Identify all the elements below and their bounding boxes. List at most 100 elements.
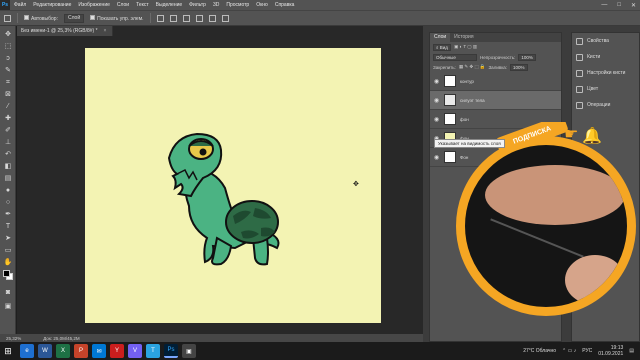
autoselect-dropdown[interactable]: Слой xyxy=(63,13,85,23)
hand-shape xyxy=(485,165,625,225)
actions-label: Операции xyxy=(587,102,611,108)
gradient-tool-icon[interactable]: ▤ xyxy=(3,174,13,183)
maximize-button[interactable]: □ xyxy=(617,2,621,8)
lock-icons[interactable]: ▦ ✎ ✥ ⬚ 🔒 xyxy=(459,64,486,70)
blur-tool-icon[interactable]: ● xyxy=(3,186,13,195)
fill-input[interactable]: 100% xyxy=(510,63,528,71)
layer-kind-filter[interactable]: ⌕ Вид xyxy=(433,43,451,51)
eye-icon[interactable]: ◉ xyxy=(433,116,440,123)
frame-tool-icon[interactable]: ⊠ xyxy=(3,90,13,99)
excel-app[interactable]: X xyxy=(56,344,70,358)
layers-panel-tabs: Слои История xyxy=(430,33,561,42)
marquee-tool-icon[interactable]: ⬚ xyxy=(3,42,13,51)
autoselect-checkbox[interactable]: Автовыбор: xyxy=(24,14,58,22)
mail-app[interactable]: ✉ xyxy=(92,344,106,358)
align-center-icon[interactable] xyxy=(169,14,177,22)
dodge-tool-icon[interactable]: ○ xyxy=(3,198,13,207)
align-right-icon[interactable] xyxy=(182,14,190,22)
close-tab-icon[interactable]: × xyxy=(104,28,107,34)
quick-mask-icon[interactable]: ◙ xyxy=(3,288,13,297)
menu-window[interactable]: Окно xyxy=(256,2,268,8)
layer-row[interactable]: ◉ контур xyxy=(430,72,561,91)
tab-layers[interactable]: Слои xyxy=(430,33,451,42)
eye-icon[interactable]: ◉ xyxy=(433,97,440,104)
menu-file[interactable]: Файл xyxy=(14,2,26,8)
eye-icon[interactable]: ◉ xyxy=(433,78,440,85)
start-button[interactable]: ⊞ xyxy=(0,342,16,360)
screen-recorder-app[interactable]: ▣ xyxy=(182,344,196,358)
photoshop-logo[interactable]: Ps xyxy=(0,0,10,10)
healing-brush-tool-icon[interactable]: ✚ xyxy=(3,114,13,123)
layer-row-selected[interactable]: ◉ силуэт тела xyxy=(430,91,561,110)
webcam-overlay: ПОДПИСКА ☛ 🔔 xyxy=(452,122,640,342)
word-app[interactable]: W xyxy=(38,344,52,358)
crop-tool-icon[interactable]: ⌗ xyxy=(3,78,13,87)
zoom-level[interactable]: 25,32% xyxy=(6,336,21,341)
telegram-app[interactable]: T xyxy=(146,344,160,358)
actions-panel-button[interactable]: Операции xyxy=(572,97,639,113)
fill-label: Заливка: xyxy=(488,64,508,70)
color-icon xyxy=(576,85,583,93)
quick-select-tool-icon[interactable]: ✎ xyxy=(3,66,13,75)
powerpoint-app[interactable]: P xyxy=(74,344,88,358)
shape-tool-icon[interactable]: ▭ xyxy=(3,246,13,255)
align-left-icon[interactable] xyxy=(156,14,164,22)
menu-filter[interactable]: Фильтр xyxy=(189,2,206,8)
blend-mode-select[interactable]: Обычные xyxy=(433,53,477,61)
color-panel-button[interactable]: Цвет xyxy=(572,81,639,97)
photoshop-app[interactable]: Ps xyxy=(164,344,178,358)
language-indicator[interactable]: РУС xyxy=(582,348,592,354)
filter-icons[interactable]: ▣ ◐ T ▢ ▥ xyxy=(454,44,477,50)
menu-image[interactable]: Изображение xyxy=(78,2,110,8)
document-tab[interactable]: Без имени-1 @ 25,3% (RGB/8#) * × xyxy=(17,26,113,36)
tray-icons[interactable]: ⌃ ▭ ♪ xyxy=(562,348,576,354)
properties-panel-button[interactable]: Свойства xyxy=(572,33,639,49)
menu-3d[interactable]: 3D xyxy=(213,2,219,8)
eye-icon[interactable]: ◉ xyxy=(433,154,440,161)
align-middle-icon[interactable] xyxy=(208,14,216,22)
document-title: Без имени-1 @ 25,3% (RGB/8#) * xyxy=(21,28,98,34)
weather-widget[interactable]: 27°C Облачно xyxy=(523,348,556,354)
pen-tool-icon[interactable]: ✒ xyxy=(3,210,13,219)
brush-settings-label: Настройки кисти xyxy=(587,70,626,76)
lasso-tool-icon[interactable]: ↄ xyxy=(3,54,13,63)
history-brush-tool-icon[interactable]: ↶ xyxy=(3,150,13,159)
brushes-panel-button[interactable]: Кисти xyxy=(572,49,639,65)
menu-text[interactable]: Текст xyxy=(136,2,149,8)
brush-settings-panel-button[interactable]: Настройки кисти xyxy=(572,65,639,81)
close-button[interactable]: ✕ xyxy=(631,2,636,9)
show-transform-checkbox[interactable]: Показать упр. элем. xyxy=(90,14,144,22)
minimize-button[interactable]: — xyxy=(601,2,607,8)
type-tool-icon[interactable]: T xyxy=(3,222,13,231)
clone-stamp-tool-icon[interactable]: ⊥ xyxy=(3,138,13,147)
clock[interactable]: 19:13 01.09.2021 xyxy=(598,345,623,357)
menu-edit[interactable]: Редактирование xyxy=(33,2,71,8)
canvas[interactable] xyxy=(85,48,381,323)
menu-help[interactable]: Справка xyxy=(275,2,295,8)
viber-app[interactable]: V xyxy=(128,344,142,358)
menu-select[interactable]: Выделение xyxy=(156,2,183,8)
foreground-color-swatch[interactable] xyxy=(3,270,10,277)
menu-layers[interactable]: Слои xyxy=(117,2,129,8)
align-top-icon[interactable] xyxy=(195,14,203,22)
eyedropper-tool-icon[interactable]: ⁄ xyxy=(3,102,13,111)
search-icon: ⌕ xyxy=(436,44,439,50)
tab-history[interactable]: История xyxy=(450,33,477,42)
opacity-input[interactable]: 100% xyxy=(518,53,536,61)
move-tool-icon[interactable]: ✥ xyxy=(3,30,13,39)
layer-filter-row: ⌕ Вид ▣ ◐ T ▢ ▥ xyxy=(430,42,561,52)
edge-app[interactable]: e xyxy=(20,344,34,358)
hand-tool-icon[interactable]: ✋ xyxy=(3,258,13,267)
move-tool-icon[interactable] xyxy=(4,14,11,22)
screen-mode-icon[interactable]: ▣ xyxy=(3,302,13,311)
menu-view[interactable]: Просмотр xyxy=(226,2,249,8)
notifications-icon[interactable]: ▤ xyxy=(629,348,634,354)
taskbar: ⊞ e W X P ✉ Y V T Ps ▣ 27°C Облачно ⌃ ▭ … xyxy=(0,342,640,360)
status-bar: 25,32% Док: 25,0М/45,2М xyxy=(0,334,423,342)
brush-tool-icon[interactable]: ✐ xyxy=(3,126,13,135)
bell-icon: 🔔 xyxy=(582,128,602,145)
align-bottom-icon[interactable] xyxy=(221,14,229,22)
yandex-app[interactable]: Y xyxy=(110,344,124,358)
path-select-tool-icon[interactable]: ➤ xyxy=(3,234,13,243)
eraser-tool-icon[interactable]: ◧ xyxy=(3,162,13,171)
